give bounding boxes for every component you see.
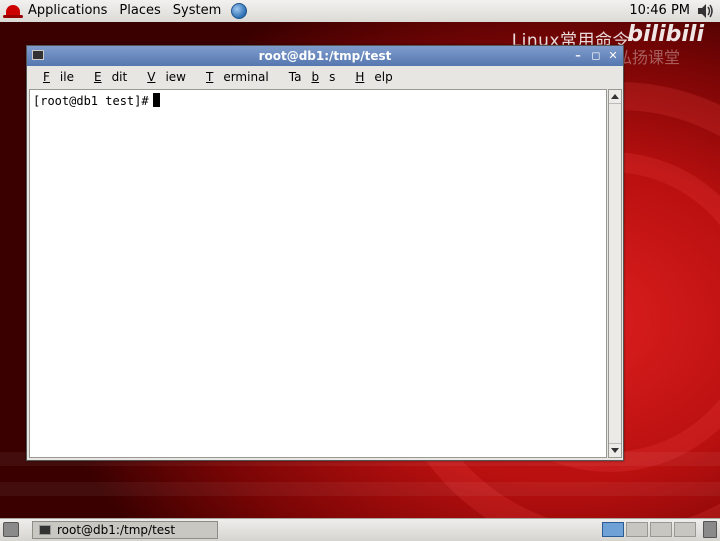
window-title: root@db1:/tmp/test [258,49,392,63]
workspace-1[interactable] [602,522,624,537]
menu-view[interactable]: View [137,70,196,84]
vertical-scrollbar[interactable] [608,89,622,458]
taskbar-window-label: root@db1:/tmp/test [57,523,176,537]
terminal-window[interactable]: root@db1:/tmp/test – ◻ ✕ File Edit View … [26,45,624,461]
maximize-icon[interactable]: ◻ [589,49,603,63]
menu-tabs[interactable]: Ta b s [279,70,346,84]
close-icon[interactable]: ✕ [606,49,620,63]
globe-icon[interactable] [231,3,248,19]
menu-file[interactable]: File [33,70,84,84]
window-titlebar[interactable]: root@db1:/tmp/test – ◻ ✕ [27,46,623,66]
terminal-task-icon [39,525,51,535]
background-stripe [0,482,720,496]
redhat-icon[interactable] [3,5,23,18]
trash-icon[interactable] [703,521,717,538]
shell-prompt: [root@db1 test]# [33,93,160,109]
menu-terminal[interactable]: Terminal [196,70,279,84]
workspace-2[interactable] [626,522,648,537]
terminal-menubar: File Edit View Terminal Ta b s Help [27,66,623,88]
text-cursor [152,93,160,107]
show-desktop-icon[interactable] [3,522,19,537]
menu-help[interactable]: Help [345,70,402,84]
scroll-up-arrow-icon[interactable] [609,90,621,104]
system-menu[interactable]: System [167,0,227,22]
top-panel: Applications Places System 10:46 PM [0,0,720,23]
bottom-panel: root@db1:/tmp/test [0,518,720,541]
taskbar-window-button[interactable]: root@db1:/tmp/test [32,521,218,539]
watermark-subtext: 弘扬课堂 [615,48,680,67]
workspace-3[interactable] [650,522,672,537]
applications-menu[interactable]: Applications [22,0,113,22]
clock[interactable]: 10:46 PM [629,0,690,22]
scroll-down-arrow-icon[interactable] [609,443,621,457]
minimize-icon[interactable]: – [571,49,585,63]
terminal-output-area[interactable]: [root@db1 test]# [29,89,607,458]
workspace-4[interactable] [674,522,696,537]
scrollbar-thumb[interactable] [609,104,621,443]
places-menu[interactable]: Places [113,0,166,22]
menu-edit[interactable]: Edit [84,70,137,84]
volume-icon[interactable] [696,3,714,19]
